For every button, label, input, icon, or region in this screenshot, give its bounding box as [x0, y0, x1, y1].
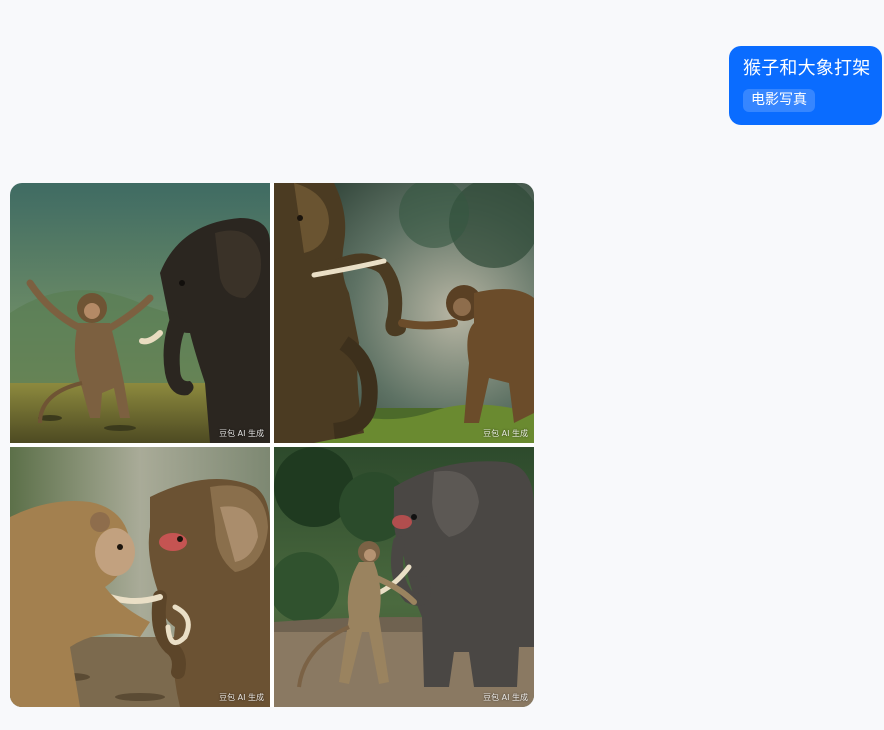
ai-watermark: 豆包 AI 生成 — [483, 693, 528, 702]
generated-image-2[interactable]: 豆包 AI 生成 — [274, 183, 534, 443]
generated-image-4[interactable]: 豆包 AI 生成 — [274, 447, 534, 707]
generated-image-grid: 豆包 AI 生成 豆包 AI 生成 豆包 AI 生成 豆包 AI 生成 — [10, 183, 534, 707]
image-4-picture — [274, 447, 534, 707]
ai-watermark: 豆包 AI 生成 — [219, 693, 264, 702]
ai-watermark: 豆包 AI 生成 — [219, 429, 264, 438]
user-message-bubble: 猴子和大象打架 电影写真 — [729, 46, 882, 125]
user-prompt-text: 猴子和大象打架 — [743, 58, 871, 79]
generated-image-3[interactable]: 豆包 AI 生成 — [10, 447, 270, 707]
generated-image-1[interactable]: 豆包 AI 生成 — [10, 183, 270, 443]
style-tag[interactable]: 电影写真 — [743, 89, 815, 112]
image-3-picture — [10, 447, 270, 707]
image-2-picture — [274, 183, 534, 443]
ai-watermark: 豆包 AI 生成 — [483, 429, 528, 438]
image-1-picture — [10, 183, 270, 443]
